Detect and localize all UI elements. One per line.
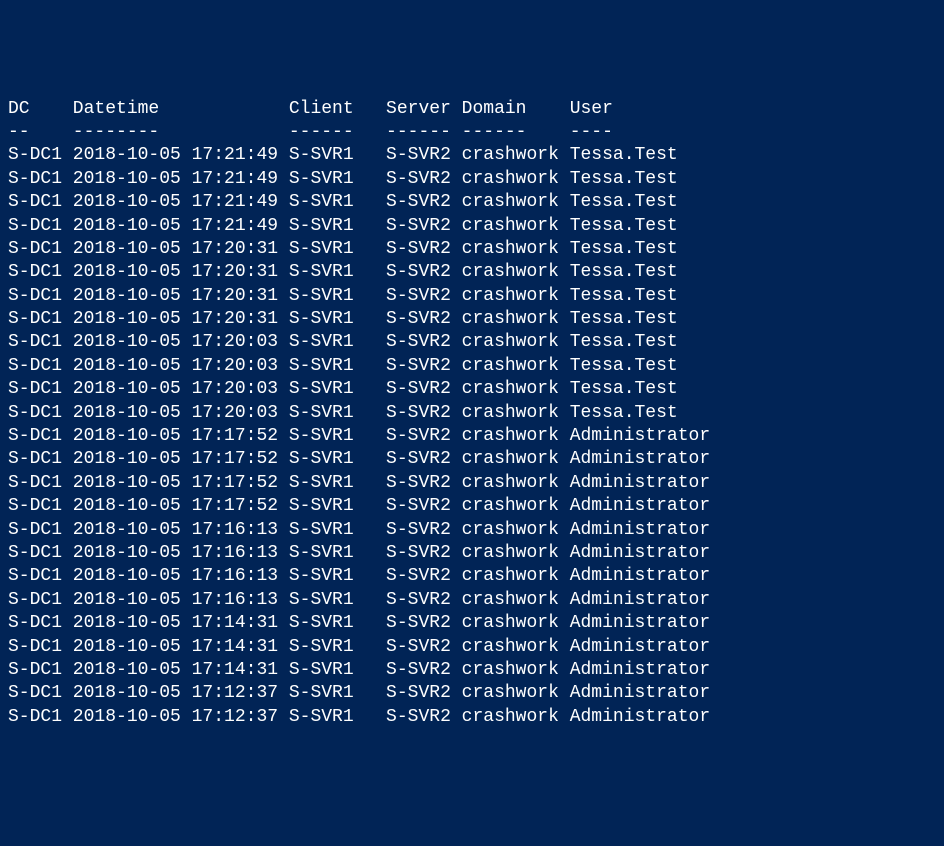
table-row: S-DC1 2018-10-05 17:21:49 S-SVR1 S-SVR2 … [8, 191, 936, 214]
table-row: S-DC1 2018-10-05 17:20:03 S-SVR1 S-SVR2 … [8, 402, 936, 425]
table-row: S-DC1 2018-10-05 17:17:52 S-SVR1 S-SVR2 … [8, 448, 936, 471]
table-row: S-DC1 2018-10-05 17:20:03 S-SVR1 S-SVR2 … [8, 355, 936, 378]
table-row: S-DC1 2018-10-05 17:20:31 S-SVR1 S-SVR2 … [8, 238, 936, 261]
header-underline-row: -- -------- ------ ------ ------ ---- [8, 121, 936, 144]
table-row: S-DC1 2018-10-05 17:21:49 S-SVR1 S-SVR2 … [8, 168, 936, 191]
table-row: S-DC1 2018-10-05 17:16:13 S-SVR1 S-SVR2 … [8, 542, 936, 565]
table-row: S-DC1 2018-10-05 17:21:49 S-SVR1 S-SVR2 … [8, 144, 936, 167]
table-row: S-DC1 2018-10-05 17:16:13 S-SVR1 S-SVR2 … [8, 589, 936, 612]
table-row: S-DC1 2018-10-05 17:14:31 S-SVR1 S-SVR2 … [8, 659, 936, 682]
table-row: S-DC1 2018-10-05 17:21:49 S-SVR1 S-SVR2 … [8, 215, 936, 238]
table-row: S-DC1 2018-10-05 17:14:31 S-SVR1 S-SVR2 … [8, 612, 936, 635]
header-row: DC Datetime Client Server Domain User [8, 98, 936, 121]
table-row: S-DC1 2018-10-05 17:17:52 S-SVR1 S-SVR2 … [8, 495, 936, 518]
table-row: S-DC1 2018-10-05 17:20:31 S-SVR1 S-SVR2 … [8, 285, 936, 308]
table-row: S-DC1 2018-10-05 17:20:03 S-SVR1 S-SVR2 … [8, 331, 936, 354]
table-row: S-DC1 2018-10-05 17:17:52 S-SVR1 S-SVR2 … [8, 425, 936, 448]
table-row: S-DC1 2018-10-05 17:20:31 S-SVR1 S-SVR2 … [8, 261, 936, 284]
table-row: S-DC1 2018-10-05 17:16:13 S-SVR1 S-SVR2 … [8, 519, 936, 542]
table-row: S-DC1 2018-10-05 17:17:52 S-SVR1 S-SVR2 … [8, 472, 936, 495]
table-row: S-DC1 2018-10-05 17:20:31 S-SVR1 S-SVR2 … [8, 308, 936, 331]
terminal-output: DC Datetime Client Server Domain User-- … [8, 98, 936, 730]
table-row: S-DC1 2018-10-05 17:16:13 S-SVR1 S-SVR2 … [8, 565, 936, 588]
table-row: S-DC1 2018-10-05 17:12:37 S-SVR1 S-SVR2 … [8, 706, 936, 729]
table-row: S-DC1 2018-10-05 17:14:31 S-SVR1 S-SVR2 … [8, 636, 936, 659]
table-row: S-DC1 2018-10-05 17:20:03 S-SVR1 S-SVR2 … [8, 378, 936, 401]
table-row: S-DC1 2018-10-05 17:12:37 S-SVR1 S-SVR2 … [8, 682, 936, 705]
